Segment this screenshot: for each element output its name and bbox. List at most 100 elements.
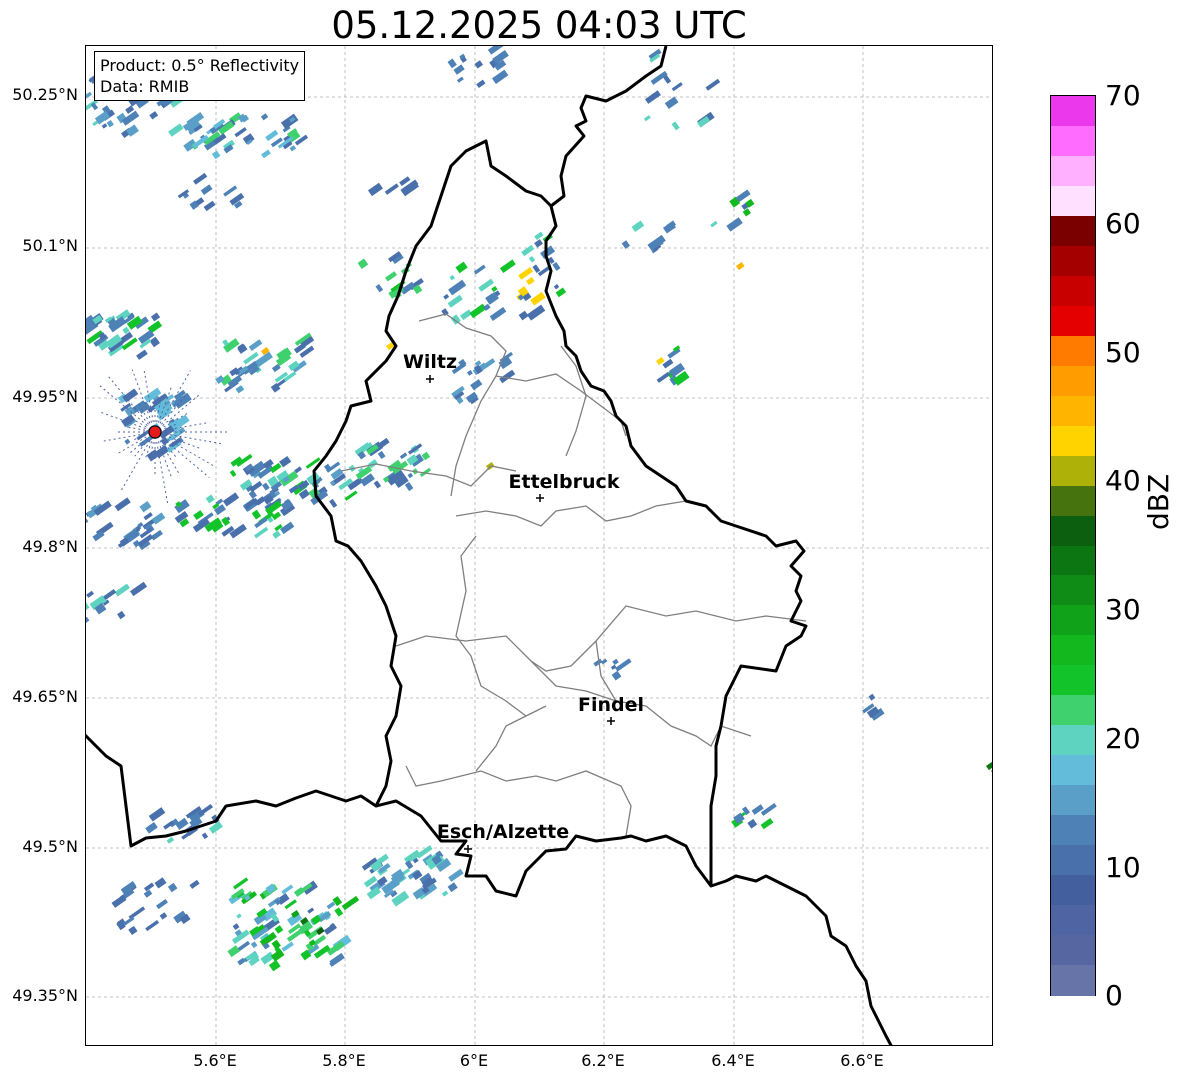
colorbar-swatch: [1051, 305, 1095, 337]
echo-cell: [279, 455, 292, 468]
colorbar-swatch: [1051, 725, 1095, 756]
echo-cell: [518, 310, 529, 321]
echo-cell: [312, 934, 327, 947]
lon-tick-label: 6.2°E: [581, 1051, 625, 1070]
echo-cell: [174, 499, 190, 514]
echo-cell: [447, 294, 463, 308]
municipal-boundary: [475, 705, 547, 772]
echo-cell: [166, 836, 175, 844]
lon-tick-label: 6.4°E: [711, 1051, 755, 1070]
echo-cell: [478, 278, 494, 292]
colorbar-swatch: [1051, 125, 1095, 157]
echo-cell: [227, 945, 241, 958]
echo-cell: [611, 670, 622, 681]
colorbar-tick-label: 20: [1105, 722, 1141, 755]
echo-cell: [710, 220, 718, 228]
echo-cell: [473, 264, 486, 275]
echo-cell: [260, 113, 269, 121]
colorbar-swatch: [1051, 935, 1095, 966]
echo-cell: [203, 200, 216, 212]
echo-cell: [736, 261, 745, 271]
national-border: [86, 733, 893, 1045]
echo-cell: [476, 79, 486, 89]
colorbar-swatch: [1051, 185, 1095, 217]
echo-cell: [143, 889, 153, 898]
echo-cell: [271, 939, 281, 950]
colorbar-swatch: [1051, 815, 1095, 846]
echo-cell: [375, 284, 384, 293]
radar-map[interactable]: Wiltz Ettelbruck Findel Esch/Alzette: [85, 45, 993, 1046]
municipal-boundary: [560, 345, 587, 457]
echo-cell: [145, 822, 158, 834]
municipal-boundary: [455, 500, 687, 527]
echo-cell: [281, 941, 294, 952]
colorbar-swatch: [1051, 515, 1095, 547]
lat-tick-label: 50.1°N: [22, 236, 78, 255]
echo-cell: [441, 890, 449, 897]
echo-cell: [235, 385, 244, 394]
colorbar-unit-label: dBZ: [1142, 473, 1175, 530]
colorbar-swatch: [1051, 575, 1095, 607]
city-label: Wiltz: [403, 351, 457, 373]
echo-cell: [136, 349, 148, 360]
echo-cell: [643, 115, 651, 122]
national-border: [544, 46, 808, 727]
lat-tick-label: 49.8°N: [22, 537, 78, 556]
echo-cell: [553, 284, 560, 290]
echo-cell: [150, 312, 161, 322]
echo-cell: [385, 271, 398, 282]
echo-cell: [280, 113, 299, 130]
echo-cell: [232, 923, 240, 930]
map-canvas: Wiltz Ettelbruck Findel Esch/Alzette: [86, 46, 992, 1045]
echo-cell: [447, 58, 457, 69]
colorbar-tick-label: 10: [1105, 851, 1141, 884]
echo-cell: [175, 817, 189, 830]
echo-cell: [86, 616, 90, 625]
echo-cell: [705, 78, 721, 91]
echo-cell: [253, 526, 269, 539]
echo-cell: [407, 472, 414, 479]
echo-cell: [747, 818, 758, 829]
colorbar-swatch: [1051, 155, 1095, 187]
colorbar-swatch: [1051, 785, 1095, 816]
colorbar-swatch: [1051, 395, 1095, 427]
echo-cell: [114, 583, 130, 597]
echo-cell: [367, 182, 383, 197]
colorbar-swatch: [1051, 365, 1095, 397]
echo-cell: [205, 494, 215, 504]
echo-cell: [236, 913, 242, 919]
echo-cell: [384, 183, 399, 195]
colorbar-swatch: [1051, 665, 1095, 696]
colorbar-tick-label: 40: [1105, 464, 1141, 497]
dbz-colorbar: [1050, 95, 1096, 996]
city-label: Findel: [578, 694, 644, 716]
colorbar-swatch: [1051, 245, 1095, 277]
echo-cell: [399, 452, 408, 460]
echo-cell: [447, 882, 458, 893]
echo-cell: [610, 664, 617, 670]
echo-cell: [326, 901, 336, 910]
echo-cell: [201, 832, 209, 840]
lon-tick-label: 6.6°E: [840, 1051, 884, 1070]
echo-cell: [86, 590, 95, 598]
echo-cell: [111, 894, 127, 908]
echo-cell: [532, 264, 541, 273]
lat-tick-label: 50.25°N: [12, 85, 78, 104]
echo-cell: [154, 877, 167, 889]
echo-cell: [117, 610, 126, 620]
echo-cell: [986, 761, 992, 771]
echo-cell: [114, 497, 131, 512]
echo-cell: [86, 600, 90, 617]
colorbar-swatch: [1051, 845, 1095, 876]
echo-cell: [448, 868, 464, 882]
lon-tick-label: 5.8°E: [322, 1051, 366, 1070]
national-border: [709, 725, 723, 886]
colorbar-swatch: [1051, 455, 1095, 487]
echo-cell: [129, 581, 148, 597]
echo-cell: [448, 279, 467, 296]
colorbar-swatch: [1051, 215, 1095, 247]
echo-cell: [499, 259, 516, 274]
echo-cell: [211, 150, 221, 160]
data-source-label: Data: RMIB: [100, 77, 190, 96]
echo-cell: [229, 523, 247, 539]
